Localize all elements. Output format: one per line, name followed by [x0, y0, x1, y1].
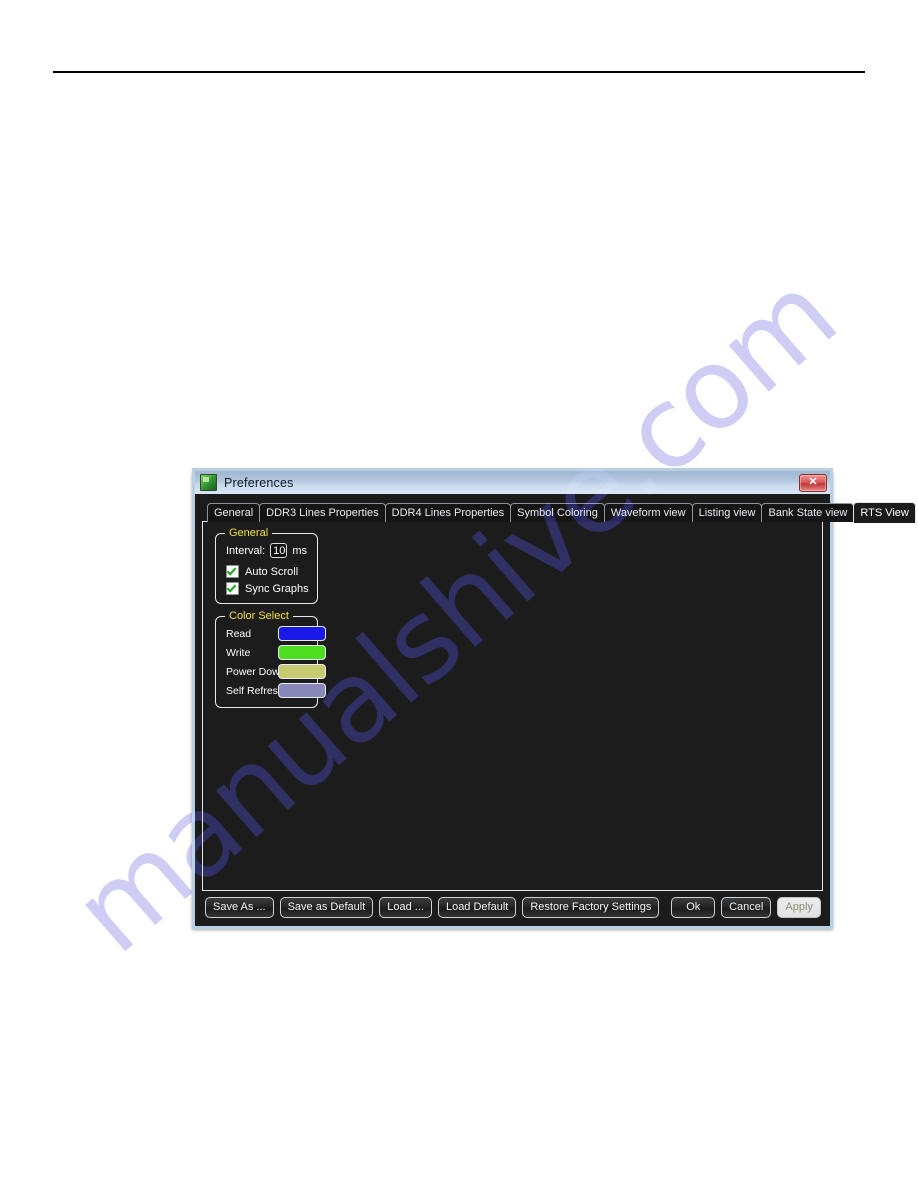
interval-label: Interval:	[226, 544, 266, 557]
power-down-color-swatch[interactable]	[278, 664, 326, 679]
write-color-swatch[interactable]	[278, 645, 326, 660]
tab-symbol-coloring[interactable]: Symbol Coloring	[510, 503, 605, 522]
color-row-write: Write	[226, 645, 326, 660]
ok-button[interactable]: Ok	[671, 897, 716, 918]
page-header-rule	[53, 71, 865, 73]
read-color-label: Read	[226, 627, 252, 640]
tab-ddr3-lines-properties[interactable]: DDR3 Lines Properties	[259, 503, 386, 522]
tab-strip: General DDR3 Lines Properties DDR4 Lines…	[202, 502, 916, 523]
sync-graphs-row[interactable]: Sync Graphs	[226, 582, 309, 595]
tab-bank-state-view[interactable]: Bank State view	[761, 503, 855, 522]
tab-waveform-view[interactable]: Waveform view	[603, 503, 693, 522]
save-as-button[interactable]: Save As ...	[205, 897, 274, 918]
auto-scroll-row[interactable]: Auto Scroll	[226, 565, 307, 578]
general-group-title: General	[225, 527, 273, 539]
interval-unit-label: ms	[292, 544, 307, 557]
application-icon	[200, 474, 217, 491]
dialog-body: General DDR3 Lines Properties DDR4 Lines…	[195, 494, 916, 926]
apply-button: Apply	[777, 897, 821, 918]
write-color-label: Write	[226, 646, 251, 659]
load-default-button[interactable]: Load Default	[437, 897, 517, 918]
self-refresh-color-label: Self Refresh	[226, 684, 284, 697]
auto-scroll-checkbox[interactable]	[226, 565, 239, 578]
self-refresh-color-swatch[interactable]	[278, 683, 326, 698]
power-down-color-label: Power Down	[226, 665, 286, 678]
read-color-swatch[interactable]	[278, 626, 326, 641]
auto-scroll-label: Auto Scroll	[245, 565, 299, 578]
tab-general[interactable]: General	[207, 503, 261, 522]
color-row-read: Read	[226, 626, 326, 641]
cancel-button[interactable]: Cancel	[721, 897, 772, 918]
sync-graphs-checkbox[interactable]	[226, 582, 239, 595]
interval-input[interactable]	[271, 544, 287, 557]
tab-ddr4-lines-properties[interactable]: DDR4 Lines Properties	[384, 503, 512, 522]
restore-factory-settings-button[interactable]: Restore Factory Settings	[522, 897, 660, 918]
rts-view-tab-panel: General Interval: ms Auto Scroll	[202, 521, 823, 891]
sync-graphs-label: Sync Graphs	[245, 582, 309, 595]
general-group: General Interval: ms Auto Scroll	[215, 527, 318, 604]
preferences-dialog: Preferences ✕ General DDR3 Lines Propert…	[192, 468, 916, 929]
dialog-button-bar: Save As ... Save as Default Load ... Loa…	[202, 891, 823, 920]
load-button[interactable]: Load ...	[379, 897, 432, 918]
save-as-default-button[interactable]: Save as Default	[279, 897, 374, 918]
color-select-group-title: Color Select	[225, 610, 293, 622]
dialog-title: Preferences	[224, 475, 294, 490]
interval-stepper[interactable]	[270, 543, 288, 558]
close-icon[interactable]: ✕	[799, 474, 827, 492]
tab-listing-view[interactable]: Listing view	[691, 503, 763, 522]
color-select-group: Color Select Read Write Power Down Self …	[215, 610, 326, 708]
dialog-titlebar[interactable]: Preferences ✕	[192, 468, 833, 494]
color-row-power-down: Power Down	[226, 664, 326, 679]
tab-rts-view[interactable]: RTS View	[853, 502, 916, 523]
color-row-self-refresh: Self Refresh	[226, 683, 326, 698]
interval-row: Interval: ms	[226, 543, 307, 558]
